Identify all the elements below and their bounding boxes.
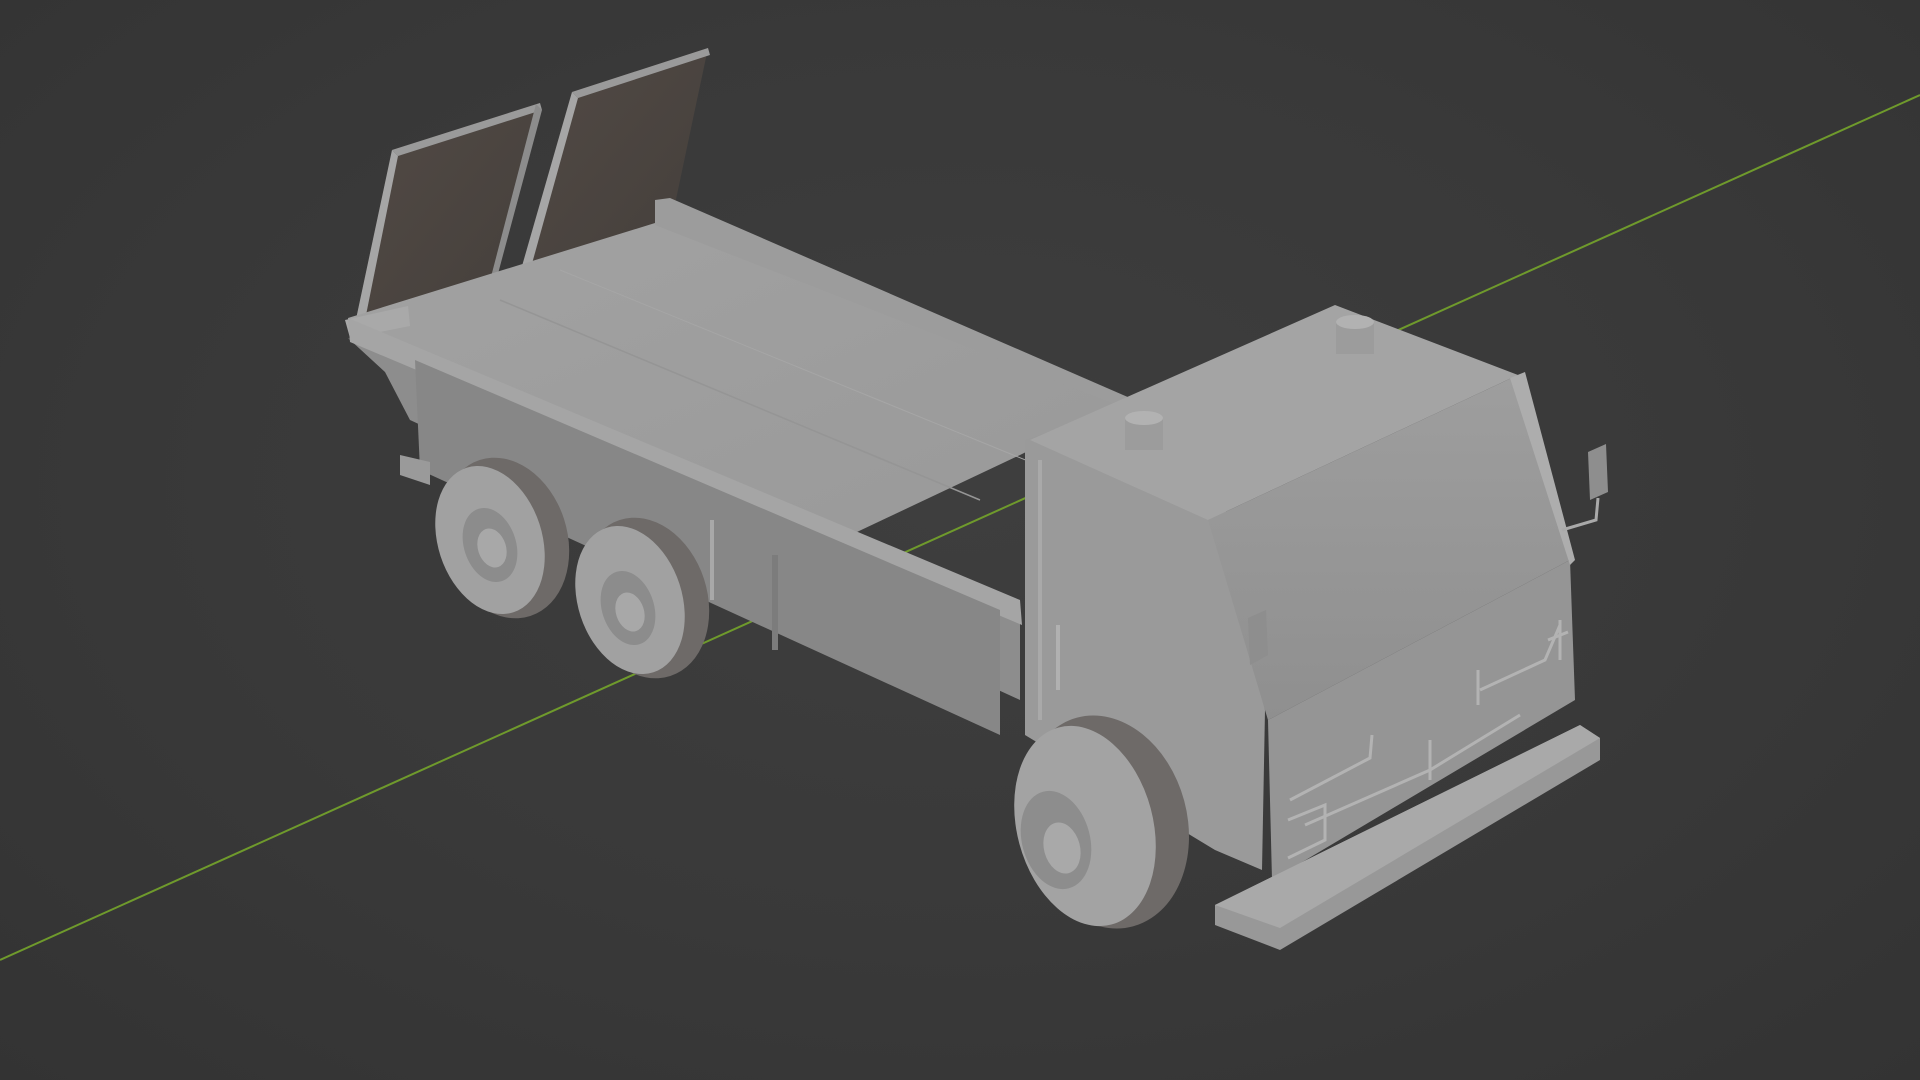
roof-light-right: [1336, 315, 1374, 354]
roof-light-left: [1125, 411, 1163, 450]
3d-viewport[interactable]: [0, 0, 1920, 1080]
x-axis-line: [0, 94, 1920, 961]
viewport-canvas[interactable]: [0, 0, 1920, 1080]
side-mirror-right[interactable]: [1561, 444, 1608, 532]
